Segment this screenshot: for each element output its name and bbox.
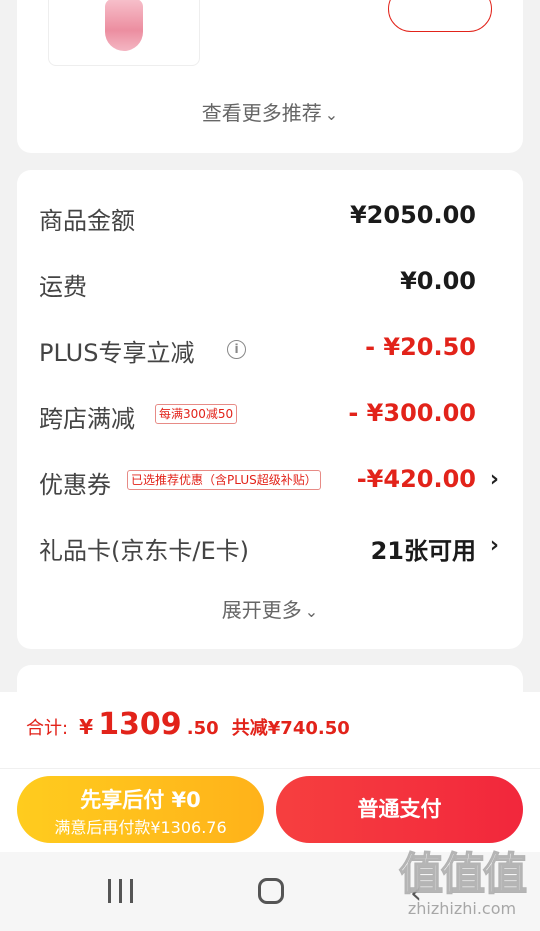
row-cross-store-discount: 跨店满减 每满300减50 - ¥300.00 — [17, 396, 523, 436]
recents-icon[interactable] — [108, 879, 134, 903]
chevron-right-icon: › — [489, 533, 499, 558]
recommendation-card: 查看更多推荐 ⌄ — [17, 0, 523, 153]
lipstick-image — [105, 0, 143, 51]
row-goods-amount: 商品金额 ¥2050.00 — [17, 198, 523, 238]
see-more-label: 查看更多推荐 — [201, 101, 322, 125]
row-shipping: 运费 ¥0.00 — [17, 264, 523, 304]
row-coupon[interactable]: 优惠券 已选推荐优惠（含PLUS超级补贴） -¥420.00 › — [17, 462, 523, 502]
shipping-label: 运费 — [39, 273, 87, 301]
goods-amount-label: 商品金额 — [39, 207, 135, 235]
bnpl-title: 先享后付 ¥0 — [80, 788, 201, 812]
see-more-recommendations[interactable]: 查看更多推荐 ⌄ — [17, 97, 523, 126]
plus-discount-label: PLUS专享立减 — [39, 339, 195, 367]
coupon-tag: 已选推荐优惠（含PLUS超级补贴） — [127, 470, 321, 490]
coupon-label: 优惠券 — [39, 471, 111, 499]
goods-amount-value: ¥2050.00 — [349, 201, 476, 229]
total-row: 合计: ¥ 1309 .50 共减¥740.50 — [26, 707, 350, 751]
gift-card-value: 21张可用 — [370, 537, 476, 565]
row-gift-card[interactable]: 礼品卡(京东卡/E卡) 21张可用 › — [17, 528, 523, 568]
buy-now-pay-later-button[interactable]: 先享后付 ¥0 满意后再付款¥1306.76 — [17, 776, 264, 843]
regular-pay-button[interactable]: 普通支付 — [276, 776, 523, 843]
bnpl-subtitle: 满意后再付款¥1306.76 — [54, 818, 227, 837]
total-integer: 1309 — [98, 707, 182, 742]
checkout-bar: 合计: ¥ 1309 .50 共减¥740.50 先享后付 ¥0 满意后再付款¥… — [0, 692, 540, 852]
recommended-add-button[interactable] — [388, 0, 492, 32]
cross-store-tag: 每满300减50 — [155, 404, 238, 424]
gift-card-label: 礼品卡(京东卡/E卡) — [39, 537, 249, 565]
coupon-value: -¥420.00 — [356, 465, 476, 493]
cross-store-label: 跨店满减 — [39, 405, 135, 433]
total-currency: ¥ — [79, 715, 94, 739]
order-summary-card: 商品金额 ¥2050.00 运费 ¥0.00 PLUS专享立减 i - ¥20.… — [17, 170, 523, 649]
row-plus-discount: PLUS专享立减 i - ¥20.50 — [17, 330, 523, 370]
info-icon[interactable]: i — [227, 340, 246, 359]
chevron-down-icon: ⌄ — [304, 602, 319, 621]
cross-store-value: - ¥300.00 — [348, 399, 476, 427]
expand-more-label: 展开更多 — [221, 598, 302, 622]
plus-discount-value: - ¥20.50 — [365, 333, 476, 361]
total-discount: 共减¥740.50 — [231, 718, 350, 739]
chevron-right-icon: › — [489, 467, 499, 492]
back-icon[interactable]: ‹ — [410, 876, 422, 911]
system-nav-bar: ‹ — [0, 852, 540, 931]
total-label: 合计: — [26, 718, 69, 739]
total-decimal: .50 — [186, 718, 219, 739]
divider — [0, 768, 540, 769]
expand-more-button[interactable]: 展开更多 ⌄ — [17, 594, 523, 623]
home-icon[interactable] — [258, 878, 284, 904]
recommended-product-image[interactable] — [48, 0, 200, 66]
chevron-down-icon: ⌄ — [324, 105, 339, 124]
shipping-value: ¥0.00 — [400, 267, 476, 295]
